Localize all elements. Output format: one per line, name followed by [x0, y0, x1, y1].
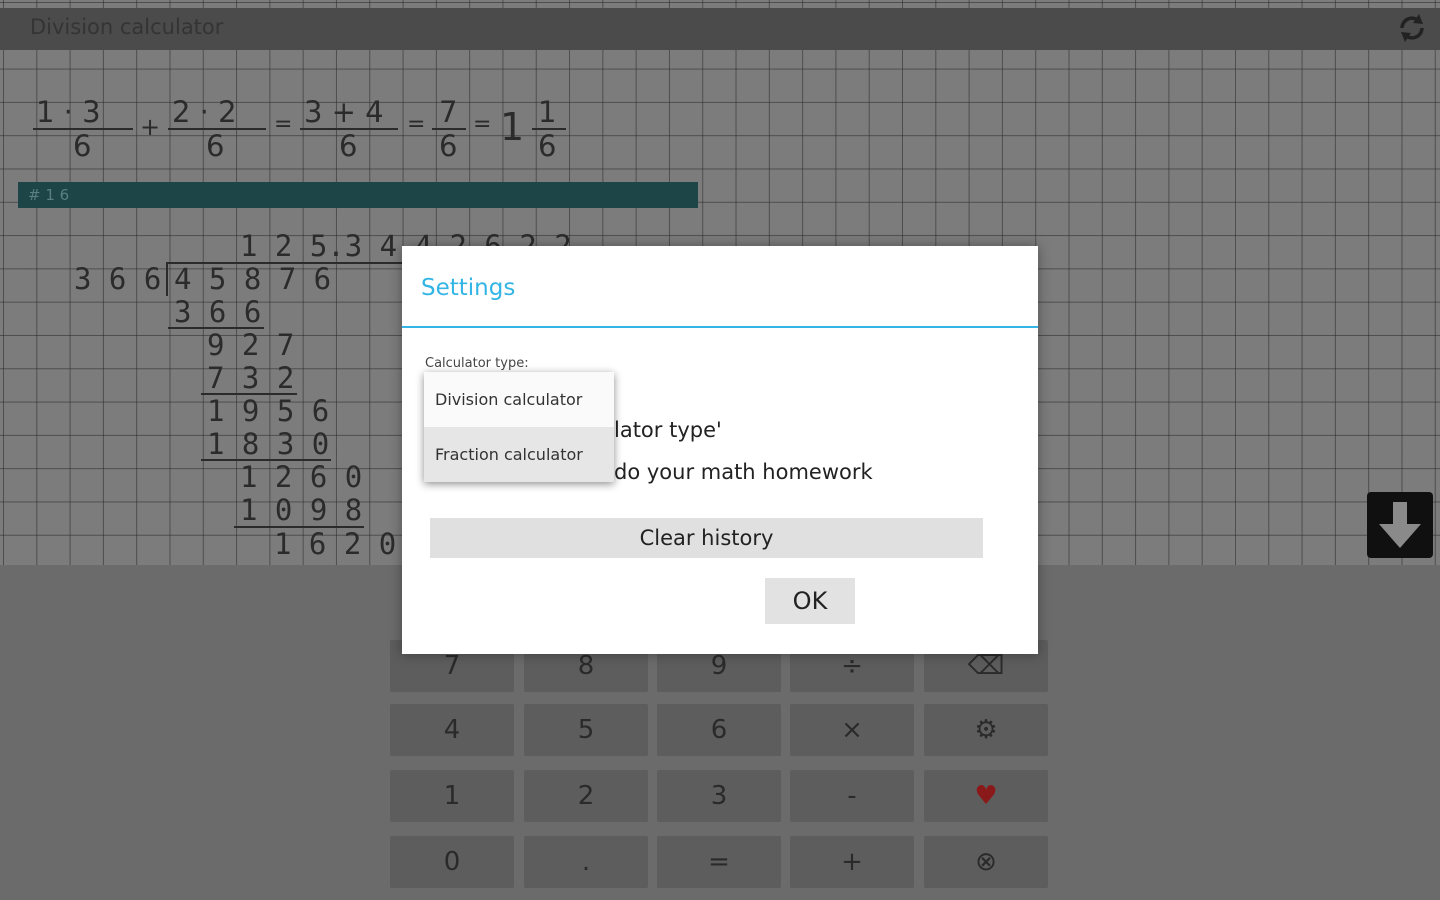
division-step: 1 6 2 0 — [274, 527, 397, 561]
ok-button[interactable]: OK — [765, 578, 855, 624]
key-0[interactable]: 0 — [390, 836, 514, 888]
key-equals[interactable]: = — [657, 836, 781, 888]
option-division-calculator[interactable]: Division calculator — [424, 372, 614, 427]
fraction-numerator: 7 — [439, 95, 458, 129]
fraction-numerator: 1 — [538, 95, 557, 129]
whole-number: 1 — [500, 105, 525, 149]
division-step: 1 0 9 8 — [240, 493, 363, 527]
fraction-numerator: 1 · 3 — [36, 95, 101, 129]
fraction-denominator: 6 — [439, 129, 458, 163]
clear-icon[interactable]: ⊗ — [924, 836, 1048, 888]
history-entry[interactable]: # 1 6 — [18, 182, 698, 208]
heart-icon[interactable]: ♥ — [924, 770, 1048, 822]
fraction-numerator: 3 + 4 — [304, 95, 384, 129]
dividend: 4 5 8 7 6 — [174, 262, 332, 296]
division-step: 1 9 5 6 — [207, 394, 330, 428]
key-minus[interactable]: - — [790, 770, 914, 822]
key-4[interactable]: 4 — [390, 704, 514, 756]
division-step: 1 2 6 0 — [240, 460, 363, 494]
gear-icon[interactable]: ⚙ — [924, 704, 1048, 756]
refresh-icon[interactable] — [1394, 10, 1430, 46]
calculator-type-caption: Calculator type: — [425, 356, 529, 371]
division-step: 1 8 3 0 — [207, 427, 330, 461]
fraction-denominator: 6 — [73, 129, 92, 163]
key-decimal[interactable]: . — [524, 836, 648, 888]
key-2[interactable]: 2 — [524, 770, 648, 822]
key-3[interactable]: 3 — [657, 770, 781, 822]
key-6[interactable]: 6 — [657, 704, 781, 756]
app-title: Division calculator — [30, 15, 224, 39]
divisor: 3 6 6 — [74, 262, 162, 296]
calculator-type-dropdown: Division calculator Fraction calculator — [424, 372, 614, 482]
equals-sign: = — [274, 112, 293, 137]
fraction-denominator: 6 — [339, 129, 358, 163]
option-fraction-calculator[interactable]: Fraction calculator — [424, 427, 614, 482]
key-5[interactable]: 5 — [524, 704, 648, 756]
key-plus[interactable]: + — [790, 836, 914, 888]
equals-sign: = — [473, 112, 492, 137]
clear-history-button[interactable]: Clear history — [430, 518, 983, 558]
fraction-denominator: 6 — [538, 129, 557, 163]
app-bar: Division calculator — [0, 8, 1440, 50]
hint-text: lator type' — [614, 418, 722, 442]
hint-text: do your math homework — [614, 460, 873, 484]
equals-sign: = — [407, 112, 426, 137]
fraction-denominator: 6 — [206, 129, 225, 163]
key-1[interactable]: 1 — [390, 770, 514, 822]
dialog-title: Settings — [402, 246, 1038, 328]
plus-sign: + — [140, 113, 161, 141]
settings-dialog: Settings Calculator type: lator type' do… — [402, 246, 1038, 654]
division-step: 9 2 7 — [207, 328, 295, 362]
division-step: 7 3 2 — [207, 361, 295, 395]
key-multiply[interactable]: × — [790, 704, 914, 756]
fraction-numerator: 2 · 2 — [172, 95, 237, 129]
division-bracket — [166, 262, 168, 296]
arrow-down-icon — [1379, 502, 1421, 548]
scroll-down-button[interactable] — [1367, 492, 1433, 558]
division-step: 3 6 6 — [174, 295, 262, 329]
